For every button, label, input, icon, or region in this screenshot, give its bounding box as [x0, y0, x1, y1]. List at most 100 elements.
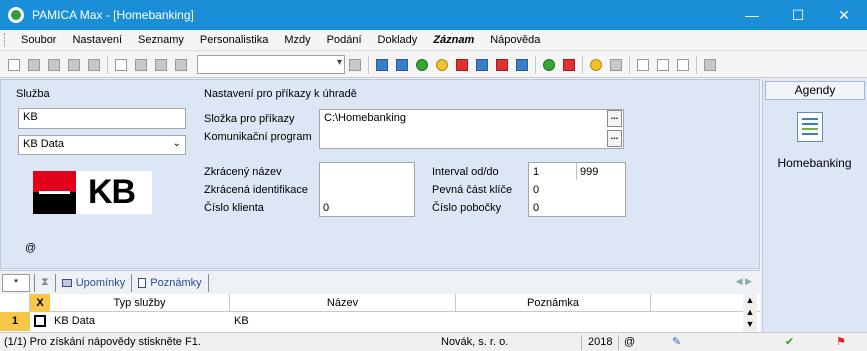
menu-napoveda[interactable]: Nápověda: [482, 34, 548, 46]
menu-podani[interactable]: Podání: [319, 34, 370, 46]
window-icon-3[interactable]: [674, 56, 692, 74]
slozka-label: Složka pro příkazy: [204, 113, 295, 125]
row-number[interactable]: 1: [0, 312, 30, 331]
menu-zaznam[interactable]: Záznam: [425, 34, 482, 46]
cell-poznamka: [456, 312, 460, 331]
slozka-value: C:\Homebanking: [324, 112, 406, 124]
folder-icon[interactable]: [587, 56, 605, 74]
tab-upominky[interactable]: Upomínky: [56, 273, 133, 292]
cell-nazev: KB: [234, 315, 249, 327]
note-page-icon: [138, 277, 147, 288]
slozka-input[interactable]: C:\Homebanking: [319, 109, 624, 149]
m-mixed-icon[interactable]: [513, 56, 531, 74]
zkracena-ident-label: Zkrácená identifikace: [204, 184, 308, 196]
pevna-cast-value[interactable]: 0: [533, 184, 539, 196]
zkraceny-nazev-label: Zkrácený název: [204, 166, 282, 178]
status-year: 2018: [588, 336, 613, 348]
window-icon-2[interactable]: [654, 56, 672, 74]
komunikacni-browse-button[interactable]: ...: [607, 130, 622, 147]
homebanking-agenda-label[interactable]: Homebanking: [763, 156, 866, 170]
toolbar-separator: [368, 55, 369, 74]
close-button[interactable]: ✕: [821, 0, 867, 30]
toolbar-filter-combo[interactable]: [197, 55, 345, 74]
toolbar-separator: [629, 55, 630, 74]
grid-x-header[interactable]: X: [30, 294, 50, 312]
open-folder-tool-icon[interactable]: [5, 56, 23, 74]
email-at-icon[interactable]: @: [25, 242, 36, 254]
person-yellow-icon[interactable]: [433, 56, 451, 74]
m-red-icon-2[interactable]: [493, 56, 511, 74]
person-icon[interactable]: [393, 56, 411, 74]
undo-tool-icon[interactable]: [85, 56, 103, 74]
filter-icon[interactable]: [346, 56, 364, 74]
status-flag-icon[interactable]: ⚑: [836, 333, 846, 351]
tab-filter[interactable]: ⧗: [34, 273, 56, 292]
new-document-icon[interactable]: [112, 56, 130, 74]
menu-nastaveni[interactable]: Nastavení: [64, 34, 130, 46]
services-grid: X Typ služby Název Poznámka 1 KB Data KB…: [0, 294, 760, 332]
status-at-icon[interactable]: @: [624, 333, 635, 351]
interval-label: Interval od/do: [432, 166, 499, 178]
red-flag-icon[interactable]: [560, 56, 578, 74]
grid-header: X Typ služby Název Poznámka: [0, 294, 760, 312]
row-checkbox[interactable]: [34, 315, 46, 327]
save-icon[interactable]: [132, 56, 150, 74]
interval-box[interactable]: [528, 162, 626, 217]
tab-upominky-label: Upomínky: [75, 276, 126, 289]
homebanking-agenda-icon[interactable]: [797, 112, 823, 142]
status-pen-icon[interactable]: ✎: [672, 333, 681, 351]
table-row[interactable]: KB Data KB: [50, 312, 750, 331]
m-blue-icon[interactable]: [373, 56, 391, 74]
agenda-header[interactable]: Agendy: [765, 81, 865, 100]
grid-col-poznamka[interactable]: Poznámka: [456, 294, 651, 312]
help-icon[interactable]: [701, 56, 719, 74]
minimize-button[interactable]: —: [729, 0, 775, 30]
print-tool-icon[interactable]: [45, 56, 63, 74]
tab-poznamky[interactable]: Poznámky: [132, 273, 209, 292]
menu-soubor[interactable]: Soubor: [13, 34, 64, 46]
grid-corner: [0, 294, 30, 312]
nastaveni-heading: Nastavení pro příkazy k úhradě: [204, 88, 357, 100]
m-blue-icon-2[interactable]: [473, 56, 491, 74]
reminder-icon: [61, 278, 72, 287]
zkraceny-fields-box[interactable]: [319, 162, 415, 217]
grid-col-typ[interactable]: Typ služby: [50, 294, 230, 312]
slozka-browse-button[interactable]: ...: [607, 110, 622, 127]
save-all-icon[interactable]: [152, 56, 170, 74]
sluzba-select-value: KB Data: [23, 138, 64, 150]
interval-do-value[interactable]: 999: [580, 166, 598, 178]
menu-personalistika[interactable]: Personalistika: [192, 34, 276, 46]
m-red-icon[interactable]: [453, 56, 471, 74]
menu-doklady[interactable]: Doklady: [370, 34, 426, 46]
menu-mzdy[interactable]: Mzdy: [276, 34, 318, 46]
maximize-button[interactable]: ☐: [775, 0, 821, 30]
toolbar-separator: [582, 55, 583, 74]
print-preview-tool-icon[interactable]: [65, 56, 83, 74]
cislo-klienta-label: Číslo klienta: [204, 202, 264, 214]
menu-seznamy[interactable]: Seznamy: [130, 34, 192, 46]
tab-all[interactable]: *: [2, 273, 30, 292]
interval-od-value[interactable]: 1: [533, 166, 539, 178]
sluzba-code-input[interactable]: KB: [18, 108, 186, 129]
window-icon-1[interactable]: [634, 56, 652, 74]
paste-icon[interactable]: [172, 56, 190, 74]
cislo-pobocky-value[interactable]: 0: [533, 202, 539, 214]
kb-logo-text: KB: [88, 173, 136, 211]
status-check-icon[interactable]: ✔: [785, 333, 794, 351]
tab-scroll-arrows[interactable]: ◀ ▶: [736, 276, 752, 287]
window-title: PAMICA Max - [Homebanking]: [32, 8, 194, 22]
homebanking-form: Služba KB KB Data ⌄ KB @ Nastavení pro p…: [0, 79, 760, 269]
green-flag-icon[interactable]: [540, 56, 558, 74]
grid-scrollbar[interactable]: ▲ ▲ ▼: [743, 294, 757, 332]
toolbar: [0, 52, 867, 78]
calculator-icon[interactable]: [607, 56, 625, 74]
sluzba-select[interactable]: KB Data ⌄: [18, 135, 186, 155]
cislo-klienta-value: 0: [323, 202, 330, 214]
grid-col-nazev[interactable]: Název: [230, 294, 456, 312]
green-circle-icon[interactable]: [413, 56, 431, 74]
title-bar: PAMICA Max - [Homebanking] — ☐ ✕: [0, 0, 867, 30]
funnel-icon: ⧗: [41, 276, 49, 288]
cell-typ: KB Data: [54, 315, 95, 327]
copy-tool-icon[interactable]: [25, 56, 43, 74]
toolbar-separator: [535, 55, 536, 74]
